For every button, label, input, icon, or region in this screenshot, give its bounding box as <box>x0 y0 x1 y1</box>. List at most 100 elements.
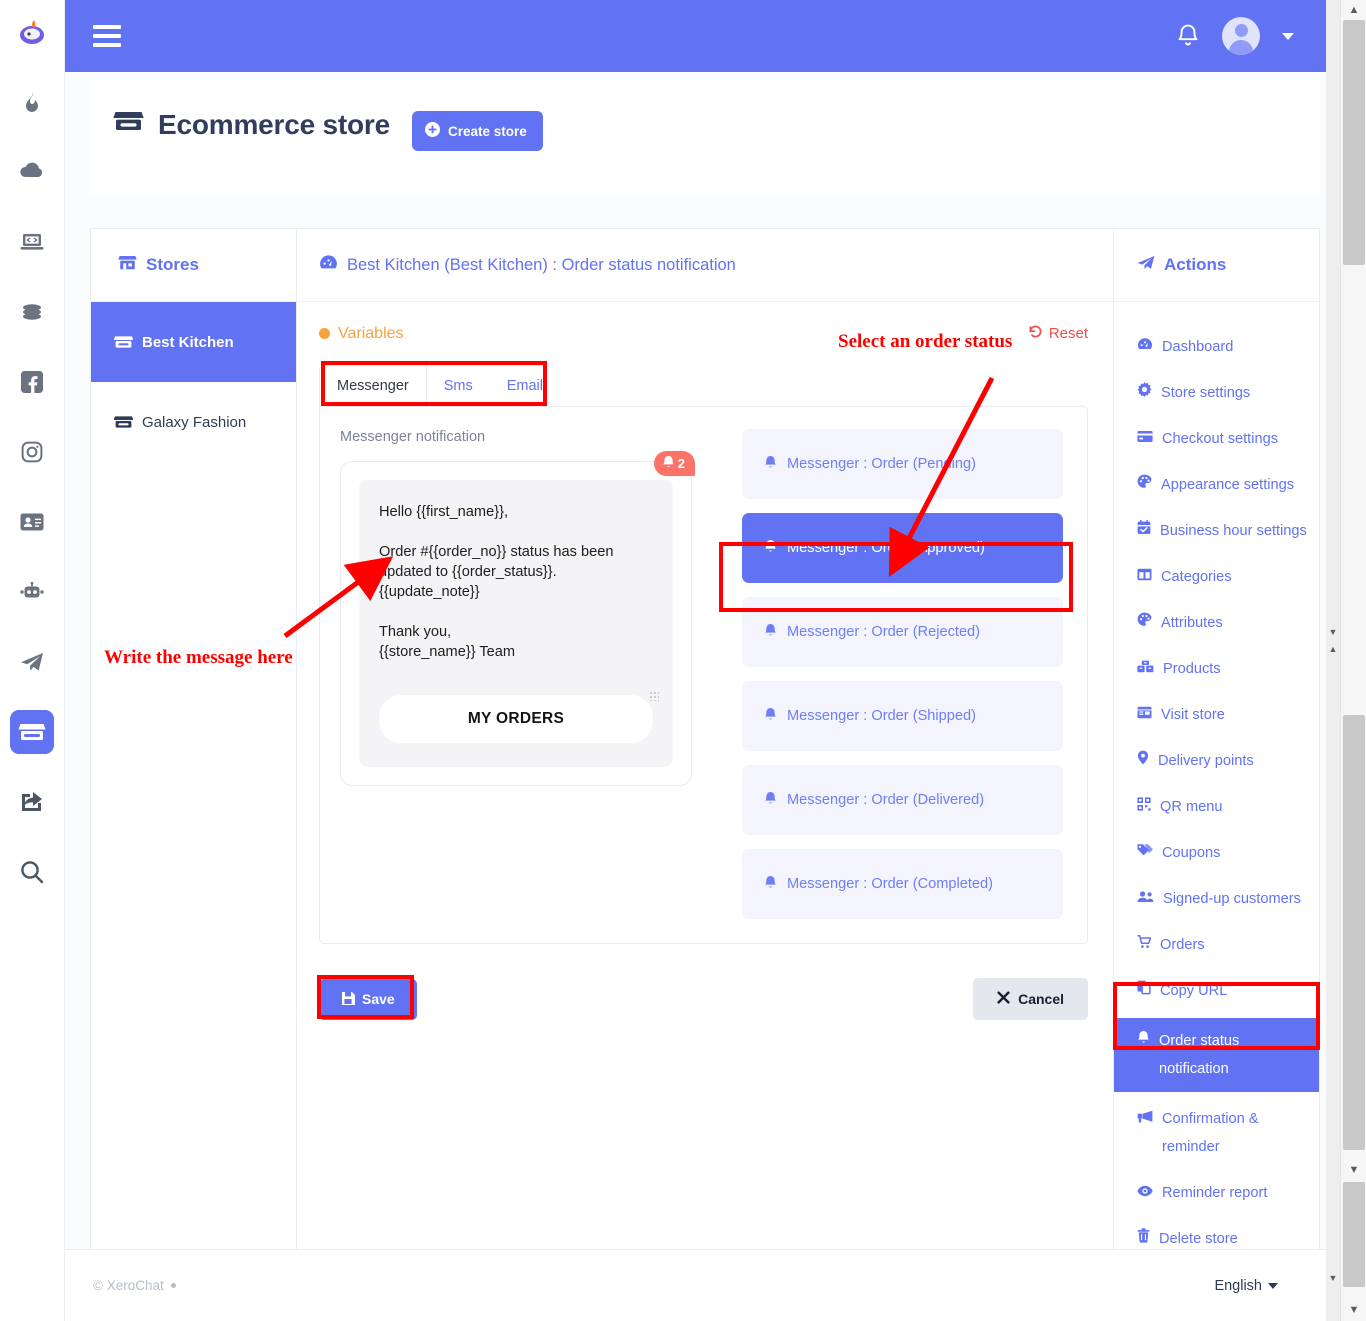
orange-dot-icon <box>319 328 330 339</box>
tab-messenger[interactable]: Messenger <box>320 366 427 406</box>
scroll-down-arrow-icon[interactable]: ▼ <box>1326 624 1340 640</box>
create-store-button[interactable]: Create store <box>412 111 543 151</box>
menu-icon[interactable] <box>93 23 123 49</box>
store-icon[interactable] <box>10 710 54 754</box>
action-item-label: Copy URL <box>1160 983 1228 999</box>
laptop-code-icon[interactable] <box>10 220 54 264</box>
facebook-icon[interactable] <box>10 360 54 404</box>
stores-panel-heading: Stores <box>91 229 296 302</box>
action-item-checkout-settings[interactable]: Checkout settings <box>1114 416 1319 462</box>
share-square-icon[interactable] <box>10 780 54 824</box>
message-textarea[interactable] <box>379 502 653 668</box>
chevron-down-icon[interactable] <box>1282 32 1294 40</box>
order-status-list: Messenger : Order (Pending) Messenger : … <box>742 429 1063 919</box>
action-item-categories[interactable]: Categories <box>1114 554 1319 600</box>
status-item-label: Messenger : Order (Rejected) <box>787 624 981 640</box>
action-item-coupons[interactable]: Coupons <box>1114 830 1319 876</box>
action-item-label: Business hour settings <box>1160 523 1307 539</box>
store-item-label: Best Kitchen <box>142 333 234 351</box>
address-card-icon[interactable] <box>10 500 54 544</box>
status-item-shipped[interactable]: Messenger : Order (Shipped) <box>742 681 1063 751</box>
scroll-up-arrow-icon[interactable]: ▲ <box>1341 0 1366 20</box>
my-orders-button[interactable]: MY ORDERS <box>379 695 653 743</box>
store-item-galaxy-fashion[interactable]: Galaxy Fashion <box>91 382 296 462</box>
scroll-thumb-top[interactable] <box>1343 20 1365 265</box>
tab-sms[interactable]: Sms <box>426 366 490 406</box>
instagram-icon[interactable] <box>10 430 54 474</box>
scroll-down-arrow-icon-2[interactable]: ▼ <box>1341 1300 1366 1320</box>
reset-button[interactable]: Reset <box>1028 324 1088 343</box>
action-item-attributes[interactable]: Attributes <box>1114 600 1319 646</box>
store-item-best-kitchen[interactable]: Best Kitchen <box>91 302 296 382</box>
copy-icon <box>1137 977 1151 1005</box>
outer-scrollbar[interactable]: ▲ ▼ ▼ <box>1340 0 1366 1321</box>
action-item-label: Signed-up customers <box>1163 891 1301 907</box>
action-item-qr-menu[interactable]: QR menu <box>1114 784 1319 830</box>
action-item-order-status-notification[interactable]: Order status notification <box>1114 1018 1319 1092</box>
action-item-label: Order status notification <box>1159 1033 1240 1077</box>
status-item-label: Messenger : Order (Delivered) <box>787 792 985 808</box>
variables-label[interactable]: Variables <box>319 325 404 343</box>
status-item-label: Messenger : Order (Pending) <box>787 456 976 472</box>
robot-icon[interactable] <box>10 570 54 614</box>
search-icon[interactable] <box>10 850 54 894</box>
topbar-actions <box>1176 17 1294 55</box>
status-item-pending[interactable]: Messenger : Order (Pending) <box>742 429 1063 499</box>
action-item-copy-url[interactable]: Copy URL <box>1114 968 1319 1014</box>
action-item-delivery-points[interactable]: Delivery points <box>1114 738 1319 784</box>
action-item-orders[interactable]: Orders <box>1114 922 1319 968</box>
resize-grip[interactable] <box>650 692 659 701</box>
action-item-products[interactable]: Products <box>1114 646 1319 692</box>
telegram-icon[interactable] <box>10 640 54 684</box>
action-item-dashboard[interactable]: Dashboard <box>1114 324 1319 370</box>
avatar[interactable] <box>1222 17 1260 55</box>
channel-tabs: Messenger Sms Email <box>319 365 547 406</box>
inner-scrollbar[interactable]: ▼ ▲ ▼ <box>1326 0 1340 1321</box>
variables-row: Variables Reset <box>319 324 1088 343</box>
scroll-up-arrow-icon[interactable]: ▲ <box>1326 641 1340 657</box>
status-item-approved[interactable]: Messenger : Order (Approved) <box>742 513 1063 583</box>
panel-label: Messenger notification <box>340 429 486 445</box>
tags-icon <box>1137 839 1153 867</box>
dashboard-icon <box>1137 333 1153 361</box>
status-item-completed[interactable]: Messenger : Order (Completed) <box>742 849 1063 919</box>
coins-icon[interactable] <box>10 290 54 334</box>
bell-icon <box>764 623 777 642</box>
action-item-label: Orders <box>1160 937 1205 953</box>
bell-icon <box>764 875 777 894</box>
megaphone-icon <box>1137 1105 1153 1133</box>
action-item-visit-store[interactable]: Visit store <box>1114 692 1319 738</box>
action-item-business-hour-settings[interactable]: Business hour settings <box>1114 508 1319 554</box>
cloud-download-icon[interactable] <box>10 150 54 194</box>
save-button[interactable]: Save <box>319 978 417 1020</box>
dashboard-icon <box>319 254 338 276</box>
status-item-rejected[interactable]: Messenger : Order (Rejected) <box>742 597 1063 667</box>
xerochat-logo-icon[interactable] <box>10 10 54 54</box>
plus-circle-icon <box>425 122 441 140</box>
action-item-signed-up-customers[interactable]: Signed-up customers <box>1114 876 1319 922</box>
tab-email[interactable]: Email <box>489 366 546 406</box>
status-item-delivered[interactable]: Messenger : Order (Delivered) <box>742 765 1063 835</box>
palette-icon <box>1137 609 1152 637</box>
language-selector[interactable]: English <box>1214 1278 1278 1294</box>
action-item-label: Appearance settings <box>1161 477 1295 493</box>
stores-panel: Stores Best Kitchen Galaxy Fashion <box>91 229 297 1282</box>
bell-icon[interactable] <box>1176 23 1200 49</box>
fire-icon[interactable] <box>10 80 54 124</box>
scroll-thumb-bottom[interactable] <box>1343 715 1365 1150</box>
close-icon <box>997 991 1010 1007</box>
action-item-confirmation-reminder[interactable]: Confirmation & reminder <box>1114 1096 1319 1170</box>
action-item-label: Dashboard <box>1162 339 1234 355</box>
page-title: Ecommerce store <box>113 108 390 141</box>
action-item-reminder-report[interactable]: Reminder report <box>1114 1170 1319 1216</box>
status-badge: 2 <box>653 451 695 476</box>
scroll-thumb-extra[interactable] <box>1343 1182 1365 1287</box>
scroll-down-arrow-icon-2[interactable]: ▼ <box>1326 1270 1340 1286</box>
scroll-down-arrow-icon[interactable]: ▼ <box>1341 1160 1366 1180</box>
action-item-appearance-settings[interactable]: Appearance settings <box>1114 462 1319 508</box>
action-item-label: Visit store <box>1161 707 1225 723</box>
action-item-store-settings[interactable]: Store settings <box>1114 370 1319 416</box>
cancel-button[interactable]: Cancel <box>973 978 1088 1020</box>
icon-rail <box>0 0 65 1321</box>
qrcode-icon <box>1137 793 1151 821</box>
